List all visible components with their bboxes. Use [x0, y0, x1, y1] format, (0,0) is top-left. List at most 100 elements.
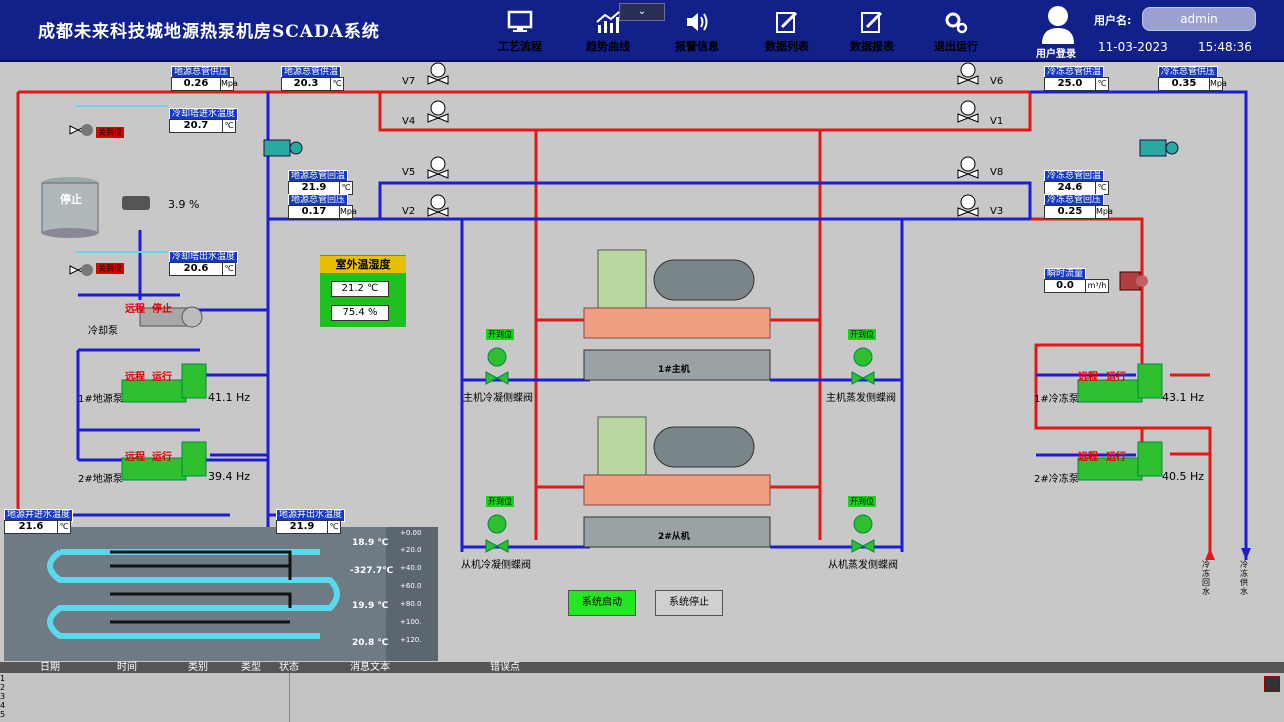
well-in-temp-value: 21.6: [4, 520, 58, 534]
col-error-point[interactable]: 错误点: [490, 662, 520, 673]
well-out-temp-value: 21.9: [276, 520, 328, 534]
src-pump-1-status[interactable]: 运行: [152, 368, 172, 383]
monitor-icon: [507, 10, 533, 32]
src-pump-1-freq: 41.1 Hz: [208, 391, 251, 404]
valve-v8-label[interactable]: V8: [990, 167, 1003, 178]
cooling-pump-mode: 远程: [125, 304, 145, 315]
depth-tick-5: +100.: [400, 618, 422, 626]
nav-data-report[interactable]: 数据报表: [832, 6, 912, 56]
nav-exit[interactable]: 退出运行: [916, 6, 996, 56]
depth-tick-1: +20.0: [400, 546, 422, 554]
tower-valve-bottom-state: 关到位: [96, 263, 124, 274]
cool-tower-out-unit: ℃: [222, 262, 236, 276]
depth-tick-3: +60.0: [400, 582, 422, 590]
chill-pump-1-label: 1#冷冻泵: [1034, 394, 1079, 405]
well-in-temp-unit: ℃: [57, 520, 71, 534]
cooling-pump-status[interactable]: 停止: [152, 300, 172, 315]
well-temp-2: -327.7℃: [350, 566, 394, 576]
col-category[interactable]: 类别: [188, 662, 208, 673]
col-time[interactable]: 时间: [117, 662, 137, 673]
valve-v2-label[interactable]: V2: [402, 206, 415, 217]
valve-v6-label[interactable]: V6: [990, 76, 1003, 87]
system-stop-button[interactable]: 系统停止: [655, 590, 723, 616]
row-number: 3: [0, 692, 6, 701]
unit-2-cond-valve-label[interactable]: 从机冷凝侧蝶阀: [461, 556, 531, 571]
row-number: 1: [0, 674, 6, 683]
nav-data-list[interactable]: 数据列表: [747, 6, 827, 56]
user-avatar-icon[interactable]: [1040, 4, 1076, 44]
unit-1-cond-valve-state: 开到位: [486, 329, 514, 340]
outdoor-title: 室外温湿度: [320, 256, 406, 273]
outdoor-temp: 21.2 ℃: [331, 281, 389, 297]
chill-pump-2-freq: 40.5 Hz: [1162, 470, 1205, 483]
chill-pump-2-label: 2#冷冻泵: [1034, 474, 1079, 485]
col-message[interactable]: 消息文本: [350, 662, 390, 673]
row-number: 2: [0, 683, 6, 692]
alarm-indicator-icon[interactable]: [1264, 676, 1280, 692]
chill-supply-label: 冷冻供水: [1240, 560, 1248, 596]
chill-return-label: 冷冻回水: [1202, 560, 1210, 596]
app-title: 成都未来科技城地源热泵机房SCADA系统: [38, 22, 380, 42]
chill-return-temp-value: 24.6: [1044, 181, 1096, 195]
col-type[interactable]: 类型: [241, 662, 261, 673]
src-return-temp-unit: ℃: [339, 181, 353, 195]
src-supply-temp-unit: ℃: [330, 77, 344, 91]
system-start-button[interactable]: 系统启动: [568, 590, 636, 616]
login-label[interactable]: 用户登录: [1036, 45, 1076, 60]
user-name-field[interactable]: admin: [1142, 7, 1256, 31]
fan-motor-icon[interactable]: [122, 196, 150, 210]
cool-tower-in-value: 20.7: [169, 119, 223, 133]
date-display: 11-03-2023: [1098, 40, 1168, 54]
valve-v5-label[interactable]: V5: [402, 167, 415, 178]
valve-v7-label[interactable]: V7: [402, 76, 415, 87]
nav-alarm-info[interactable]: 报警信息: [657, 6, 737, 56]
chill-return-press-value: 0.25: [1044, 205, 1096, 219]
time-display: 15:48:36: [1198, 40, 1252, 54]
table-divider: [289, 673, 290, 722]
valve-v4-label[interactable]: V4: [402, 116, 415, 127]
trend-chart-icon: [596, 11, 620, 33]
piping-diagram: [4, 62, 1251, 661]
chill-return-temp-unit: ℃: [1095, 181, 1109, 195]
depth-tick-6: +120.: [400, 636, 422, 644]
src-supply-temp-value: 20.3: [281, 77, 331, 91]
nav-label: 退出运行: [934, 40, 978, 53]
tower-status[interactable]: 停止: [60, 191, 82, 207]
unit-2-evap-valve-state: 开到位: [848, 496, 876, 507]
cooling-tower-shape: [41, 177, 99, 238]
valve-v3-label[interactable]: V3: [990, 206, 1003, 217]
chill-supply-temp-unit: ℃: [1095, 77, 1109, 91]
cool-tower-out-value: 20.6: [169, 262, 223, 276]
row-number: 4: [0, 701, 6, 710]
src-return-press-value: 0.17: [288, 205, 340, 219]
unit-2-evap-valve-label[interactable]: 从机蒸发侧蝶阀: [828, 556, 898, 571]
src-pump-2-freq: 39.4 Hz: [208, 470, 251, 483]
src-pump-1-label: 1#地源泵: [78, 394, 123, 405]
valve-v1-label[interactable]: V1: [990, 116, 1003, 127]
col-status[interactable]: 状态: [279, 662, 299, 673]
unit-1-evap-valve-label[interactable]: 主机蒸发侧蝶阀: [826, 389, 896, 404]
chill-supply-press-unit: Mpa: [1209, 77, 1227, 91]
unit-2-label[interactable]: 2#从机: [658, 529, 690, 542]
nav-label: 趋势曲线: [586, 40, 630, 53]
unit-1-cond-valve-label[interactable]: 主机冷凝侧蝶阀: [463, 389, 533, 404]
nav-label: 数据报表: [850, 40, 894, 53]
nav-label: 数据列表: [765, 40, 809, 53]
tower-valve-top-state: 关到位: [96, 127, 124, 138]
well-out-temp-unit: ℃: [327, 520, 341, 534]
unit-1-label[interactable]: 1#主机: [658, 362, 690, 375]
src-supply-press-value: 0.26: [171, 77, 221, 91]
inst-flow-value: 0.0: [1044, 279, 1086, 293]
src-pump-2-status[interactable]: 运行: [152, 448, 172, 463]
depth-tick-2: +40.0: [400, 564, 422, 572]
col-date[interactable]: 日期: [40, 662, 60, 673]
speaker-icon: [687, 13, 708, 31]
nav-process-flow[interactable]: 工艺流程: [480, 6, 560, 56]
well-temp-1: 18.9 ℃: [352, 538, 389, 548]
nav-trend-curve[interactable]: 趋势曲线: [568, 6, 648, 56]
unit-1-evap-valve-state: 开到位: [848, 329, 876, 340]
well-temp-3: 19.9 ℃: [352, 601, 389, 611]
chill-pump-2-status[interactable]: 运行: [1106, 448, 1126, 463]
depth-tick-4: +80.0: [400, 600, 422, 608]
chill-pump-1-status[interactable]: 运行: [1106, 368, 1126, 383]
